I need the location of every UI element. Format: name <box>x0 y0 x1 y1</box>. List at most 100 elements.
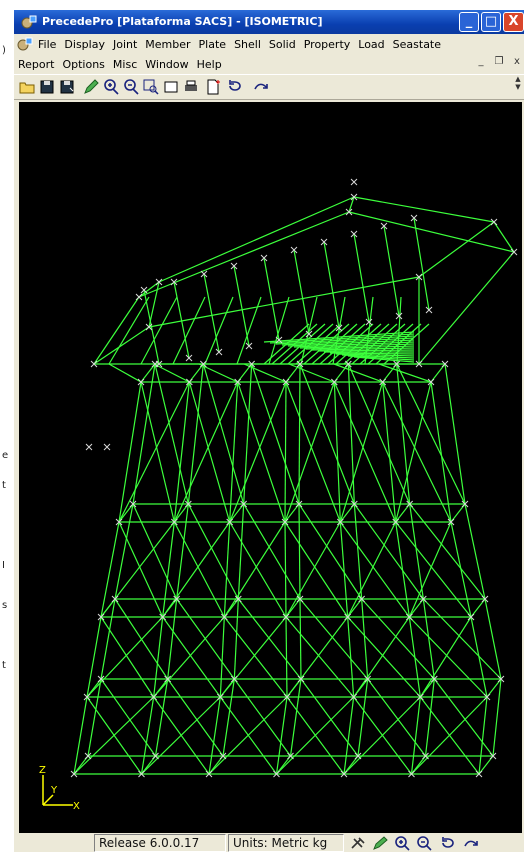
open-folder-icon[interactable] <box>18 78 36 96</box>
menu-help[interactable]: Help <box>193 58 226 71</box>
menu-file[interactable]: File <box>34 38 60 51</box>
new-page-icon[interactable] <box>204 78 222 96</box>
undo-icon[interactable] <box>226 78 244 96</box>
member-line <box>167 598 178 680</box>
member-line <box>100 616 155 698</box>
member-line <box>298 503 363 600</box>
member-line <box>433 678 494 757</box>
member-line <box>100 598 116 680</box>
joint-node <box>350 178 358 186</box>
member-line <box>293 249 310 335</box>
member-line <box>243 503 301 600</box>
member-line <box>229 381 239 523</box>
maximize-button[interactable]: □ <box>481 12 501 32</box>
app-icon <box>21 15 37 29</box>
member-line <box>478 696 488 775</box>
menu-shell[interactable]: Shell <box>230 38 265 51</box>
menu-options[interactable]: Options <box>58 58 108 71</box>
redo-icon[interactable] <box>252 78 270 96</box>
member-line <box>353 503 424 600</box>
zoom-out-icon[interactable] <box>414 835 434 851</box>
member-line <box>114 503 134 600</box>
edge-glyph: e <box>2 450 9 461</box>
units-status: Units: Metric kg <box>228 834 344 852</box>
member-line <box>367 678 426 757</box>
document-icon[interactable] <box>16 36 34 52</box>
menu-row-1: File Display Joint Member Plate Shell So… <box>34 34 445 54</box>
member-line <box>93 296 140 365</box>
member-line <box>411 696 488 775</box>
member-line <box>158 196 355 283</box>
menu-display[interactable]: Display <box>60 38 109 51</box>
status-bar: Release 6.0.0.17 Units: Metric kg <box>14 834 524 852</box>
member-line <box>176 503 189 600</box>
member-line <box>219 616 225 698</box>
member-line <box>424 678 435 757</box>
member-line <box>347 363 355 505</box>
background-window-edge: ) e t I s t <box>0 0 14 852</box>
save-as-icon[interactable] <box>58 78 76 96</box>
member-line <box>408 616 488 698</box>
axis-y-label: Y <box>50 785 58 796</box>
menu-solid[interactable]: Solid <box>265 38 300 51</box>
window-icon[interactable] <box>162 78 180 96</box>
save-icon[interactable] <box>38 78 56 96</box>
tools-icon[interactable] <box>348 835 368 851</box>
menu-joint[interactable]: Joint <box>109 38 141 51</box>
pencil-icon[interactable] <box>82 78 100 96</box>
zoom-window-icon[interactable] <box>142 78 160 96</box>
member-line <box>422 598 502 680</box>
menu-window[interactable]: Window <box>141 58 192 71</box>
member-line <box>223 521 286 618</box>
menu-misc[interactable]: Misc <box>109 58 141 71</box>
mdi-restore-button[interactable]: ❐ <box>492 56 506 70</box>
isometric-viewport[interactable]: Z Y X <box>19 102 522 833</box>
member-line <box>422 598 435 680</box>
mdi-minimize-button[interactable]: _ <box>474 56 488 70</box>
edge-glyph: t <box>2 480 6 491</box>
toolbar-scroll[interactable]: ▲ ▼ <box>512 75 524 101</box>
edge-glyph: t <box>2 660 6 671</box>
member-line <box>347 616 421 698</box>
member-line <box>148 276 420 328</box>
member-line <box>408 521 452 618</box>
mdi-close-button[interactable]: x <box>510 56 524 70</box>
member-line <box>333 381 341 523</box>
axis-z-label: Z <box>39 765 46 776</box>
menu-property[interactable]: Property <box>300 38 355 51</box>
member-line <box>343 696 355 775</box>
menu-report[interactable]: Report <box>14 58 58 71</box>
member-line <box>450 521 472 618</box>
member-line <box>410 696 421 775</box>
minimize-button[interactable]: _ <box>459 12 479 32</box>
member-line <box>251 363 300 505</box>
member-line <box>140 296 178 365</box>
member-line <box>361 598 435 680</box>
menu-plate[interactable]: Plate <box>195 38 231 51</box>
window-title: PrecedePro [Plataforma SACS] - [ISOMETRI… <box>42 15 323 28</box>
structure-model <box>70 178 518 778</box>
close-button[interactable]: X <box>503 12 524 32</box>
member-line <box>153 363 190 383</box>
menu-seastate[interactable]: Seastate <box>389 38 445 51</box>
member-line <box>188 381 231 523</box>
zoom-in-icon[interactable] <box>392 835 412 851</box>
redo-icon[interactable] <box>462 835 482 851</box>
member-line <box>140 381 175 523</box>
member-line <box>263 257 280 341</box>
member-line <box>408 616 421 698</box>
zoom-out-icon[interactable] <box>122 78 140 96</box>
undo-icon[interactable] <box>438 835 458 851</box>
member-line <box>100 521 120 618</box>
title-bar[interactable]: PrecedePro [Plataforma SACS] - [ISOMETRI… <box>14 10 524 34</box>
member-line <box>172 296 206 365</box>
zoom-in-icon[interactable] <box>102 78 120 96</box>
menu-load[interactable]: Load <box>354 38 388 51</box>
member-line <box>204 296 234 365</box>
member-line <box>395 381 432 523</box>
menu-member[interactable]: Member <box>141 38 194 51</box>
joint-node <box>135 293 143 301</box>
member-line <box>237 503 245 600</box>
print-icon[interactable] <box>182 78 200 96</box>
pencil-icon[interactable] <box>370 835 390 851</box>
